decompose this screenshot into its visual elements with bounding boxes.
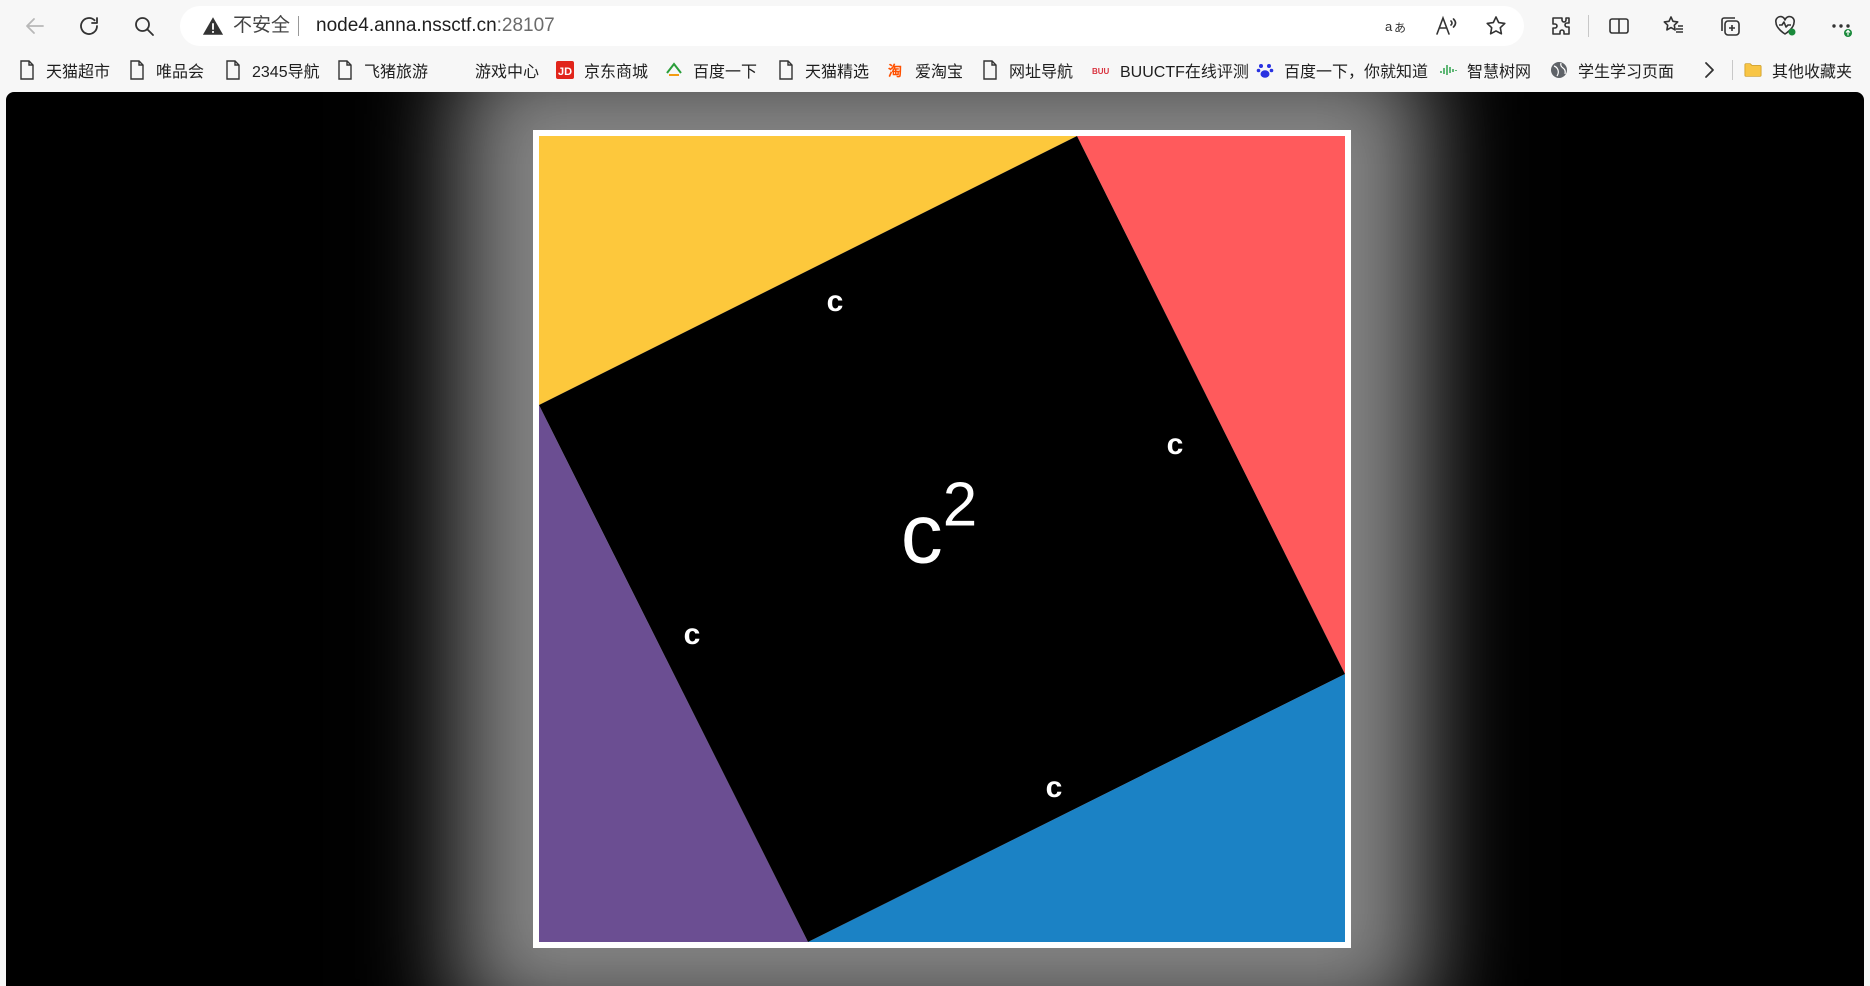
- split-screen-icon: [1609, 18, 1629, 34]
- globe-icon: [1550, 60, 1568, 80]
- bookmark-item[interactable]: JD 京东商城: [556, 50, 648, 90]
- translate-icon[interactable]: a あ: [1384, 14, 1408, 38]
- refresh-button[interactable]: [69, 6, 109, 46]
- back-icon: [26, 18, 44, 34]
- bookmarks-separator: [1732, 60, 1733, 80]
- bookmark-label: 其他收藏夹: [1772, 64, 1853, 81]
- collections-icon: [1721, 17, 1740, 36]
- favorites-button[interactable]: [1654, 6, 1694, 46]
- read-aloud-icon[interactable]: [1434, 14, 1458, 38]
- side-label-top: c: [826, 285, 844, 318]
- zhihuishu-icon: [1439, 60, 1457, 80]
- url-port: :28107: [496, 15, 555, 36]
- extensions-icon: [1552, 17, 1570, 35]
- security-label[interactable]: 不安全: [233, 6, 290, 46]
- svg-text:a: a: [1385, 19, 1393, 34]
- page-icon: [336, 60, 354, 80]
- bookmark-item[interactable]: 智慧树网: [1439, 50, 1531, 90]
- address-separator: [298, 16, 299, 36]
- collections-button[interactable]: [1710, 6, 1750, 46]
- bookmark-item[interactable]: BUU BUUCTF在线评测: [1092, 50, 1249, 90]
- bookmark-label: 天猫超市: [46, 64, 111, 81]
- url-host: node4.anna.nssctf.cn: [316, 15, 497, 36]
- side-label-left: c: [683, 618, 701, 651]
- refresh-icon: [80, 17, 98, 35]
- bookmark-item[interactable]: 淘 爱淘宝: [887, 50, 963, 90]
- url-text[interactable]: node4.anna.nssctf.cn:28107: [316, 6, 555, 46]
- search-icon: [135, 17, 154, 36]
- side-label-right: c: [1166, 428, 1184, 461]
- bookmark-label: 飞猪旅游: [364, 64, 429, 81]
- bookmark-label: 智慧树网: [1467, 64, 1532, 81]
- back-button[interactable]: [15, 6, 55, 46]
- bookmark-item[interactable]: 天猫超市: [18, 50, 110, 90]
- 2345-icon: [665, 60, 683, 80]
- more-button[interactable]: [1821, 6, 1861, 46]
- bookmark-label: 游戏中心: [475, 64, 540, 81]
- bookmark-label: 网址导航: [1009, 64, 1074, 81]
- extensions-button[interactable]: [1541, 6, 1581, 46]
- bookmark-label: 爱淘宝: [915, 64, 964, 81]
- bookmarks-bar: 天猫超市 唯品会 2345导航 飞猪旅游 游戏中心 JD 京东商城 百度一下 天…: [0, 50, 1870, 90]
- taobao-icon: 淘: [887, 60, 905, 80]
- pythagoras-figure: c c c c c2: [533, 130, 1351, 948]
- side-label-bottom: c: [1045, 771, 1063, 804]
- bookmark-item[interactable]: 2345导航: [224, 50, 320, 90]
- bookmark-item[interactable]: 天猫精选: [777, 50, 869, 90]
- c2-exponent: 2: [942, 470, 978, 540]
- bookmark-item[interactable]: 学生学习页面: [1550, 50, 1674, 90]
- bookmark-label: 京东商城: [584, 64, 649, 81]
- bookmark-item[interactable]: 百度一下，你就知道: [1256, 50, 1428, 90]
- page-icon: [18, 60, 36, 80]
- bookmark-item[interactable]: 唯品会: [128, 50, 204, 90]
- page-viewport: c c c c c2: [6, 92, 1864, 986]
- bookmark-label: 百度一下: [693, 64, 758, 81]
- bookmark-label: 百度一下，你就知道: [1284, 64, 1429, 81]
- baidu-paw-icon: [1256, 60, 1274, 80]
- favorite-star-icon[interactable]: [1484, 14, 1508, 38]
- other-favorites-folder[interactable]: 其他收藏夹: [1744, 50, 1852, 90]
- more-icon: [1832, 24, 1852, 37]
- address-bar[interactable]: 不安全 node4.anna.nssctf.cn:28107 a あ: [180, 6, 1524, 46]
- toolbar-divider: [1588, 15, 1589, 37]
- bookmark-label: 学生学习页面: [1578, 64, 1675, 81]
- bookmark-item[interactable]: 百度一下: [665, 50, 757, 90]
- jd-icon: JD: [556, 60, 574, 80]
- bookmark-item[interactable]: 飞猪旅游: [336, 50, 428, 90]
- bookmark-label: 唯品会: [156, 64, 205, 81]
- favorites-icon: [1663, 16, 1683, 33]
- bookmark-label: 天猫精选: [805, 64, 870, 81]
- page-icon: [777, 60, 795, 80]
- bookmark-item[interactable]: 网址导航: [981, 50, 1073, 90]
- buuctf-icon: BUU: [1092, 60, 1110, 80]
- bookmark-item[interactable]: 游戏中心: [475, 50, 539, 90]
- page-icon: [128, 60, 146, 80]
- c2-base: c: [900, 486, 943, 581]
- svg-text:BUU: BUU: [1092, 67, 1110, 76]
- svg-text:淘: 淘: [888, 63, 902, 79]
- warning-icon[interactable]: [202, 15, 224, 37]
- browser-toolbar: 不安全 node4.anna.nssctf.cn:28107 a あ: [0, 0, 1870, 50]
- page-icon: [224, 60, 242, 80]
- svg-text:JD: JD: [558, 66, 572, 78]
- split-screen-button[interactable]: [1599, 6, 1639, 46]
- bookmark-label: BUUCTF在线评测: [1120, 64, 1249, 81]
- svg-text:あ: あ: [1394, 21, 1406, 35]
- browser-essentials-icon: [1775, 15, 1796, 36]
- browser-essentials-button[interactable]: [1765, 6, 1805, 46]
- page-icon: [981, 60, 999, 80]
- folder-icon: [1744, 60, 1762, 80]
- search-button[interactable]: [124, 6, 164, 46]
- c-squared-label: c2: [900, 471, 977, 583]
- bookmark-label: 2345导航: [252, 64, 320, 81]
- bookmarks-overflow-chevron-icon[interactable]: [1697, 58, 1721, 82]
